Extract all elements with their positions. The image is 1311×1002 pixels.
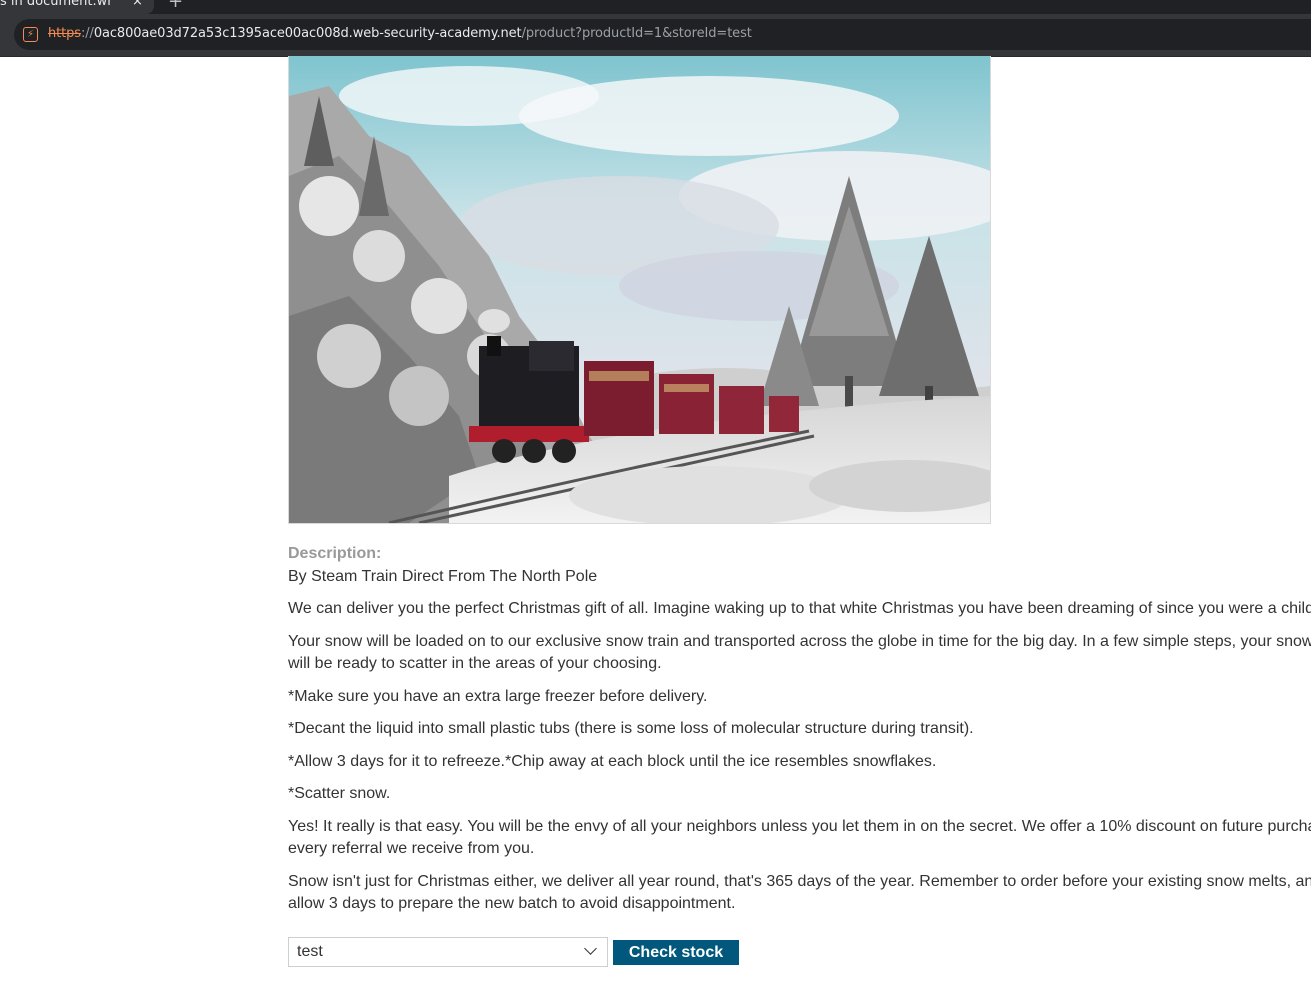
description-paragraph: We can deliver you the perfect Christmas… — [288, 600, 1311, 617]
browser-tabstrip: s in document.wr × + — [0, 0, 1311, 14]
url-separator: :// — [80, 26, 94, 41]
product-image — [288, 56, 991, 524]
browser-toolbar: ⚡ https://0ac800ae03d72a53c1395ace00ac00… — [0, 14, 1311, 57]
url-path: /product?productId=1&storeId=test — [521, 26, 752, 41]
product-description: Description: By Steam Train Direct From … — [288, 543, 1311, 926]
store-select[interactable]: test — [288, 937, 608, 967]
browser-tab[interactable]: s in document.wr × — [0, 0, 154, 14]
store-select-value: test — [297, 943, 323, 960]
description-label: Description: — [288, 545, 382, 562]
description-paragraph: *Scatter snow. — [288, 785, 391, 802]
description-paragraph: Your snow will be loaded on to our exclu… — [288, 632, 1311, 673]
description-paragraph: *Decant the liquid into small plastic tu… — [288, 720, 974, 737]
close-icon[interactable]: × — [132, 0, 143, 9]
description-paragraph: *Allow 3 days for it to refreeze.*Chip a… — [288, 752, 937, 770]
url-text[interactable]: https://0ac800ae03d72a53c1395ace00ac008d… — [48, 26, 752, 41]
check-stock-button[interactable]: Check stock — [613, 940, 739, 965]
description-paragraph: *Make sure you have an extra large freez… — [288, 687, 708, 705]
product-subtitle: By Steam Train Direct From The North Pol… — [288, 567, 598, 585]
not-secure-icon[interactable]: ⚡ — [23, 27, 38, 42]
description-paragraph: Yes! It really is that easy. You will be… — [288, 817, 1311, 858]
address-bar[interactable]: ⚡ https://0ac800ae03d72a53c1395ace00ac00… — [14, 19, 1311, 50]
url-scheme: https — [48, 26, 81, 41]
description-paragraph: Snow isn't just for Christmas either, we… — [288, 872, 1311, 913]
tab-title: s in document.wr — [0, 0, 113, 9]
new-tab-button[interactable]: + — [168, 0, 183, 12]
url-host: 0ac800ae03d72a53c1395ace00ac008d.web-sec… — [93, 26, 522, 41]
